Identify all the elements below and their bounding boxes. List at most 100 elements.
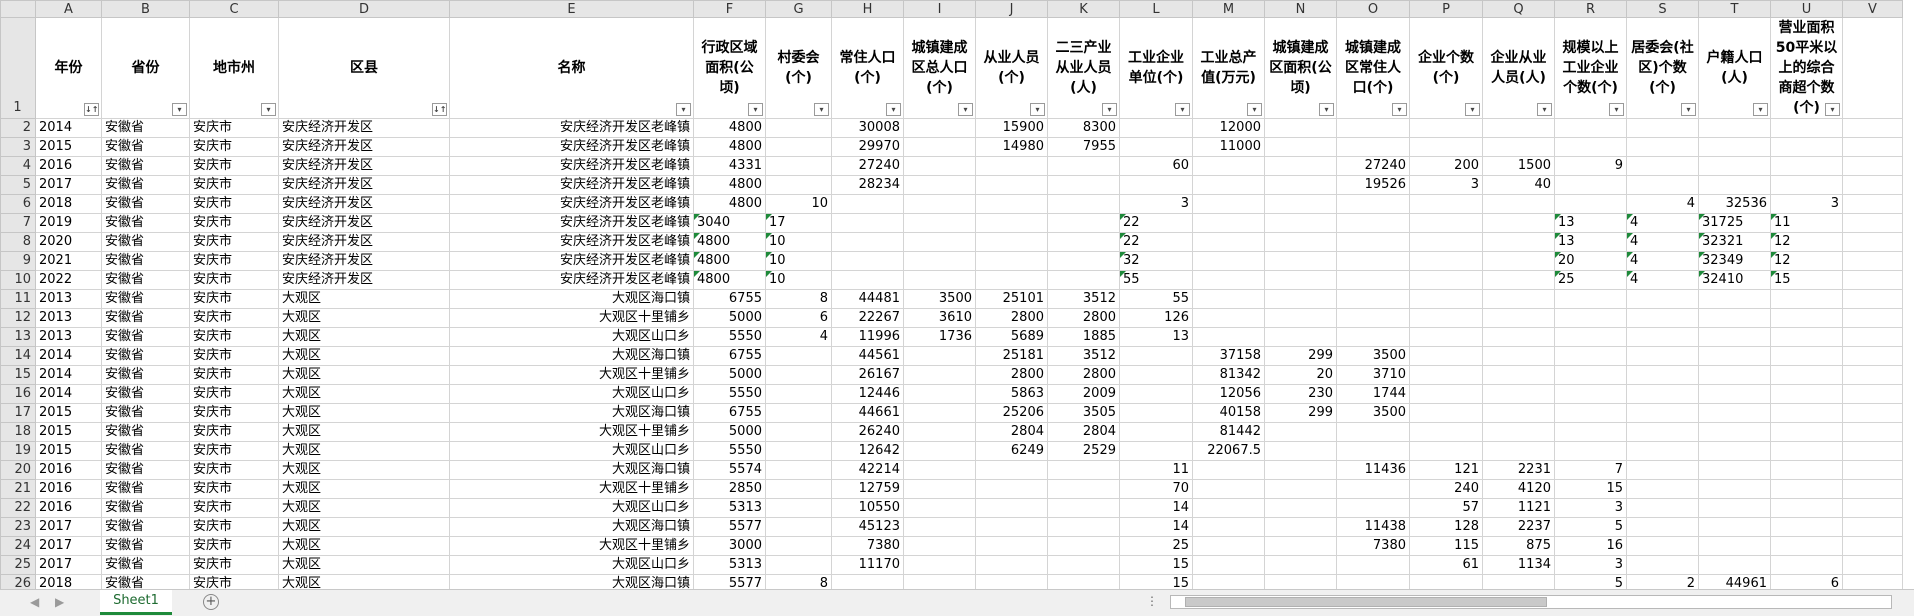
select-all-corner[interactable]	[0, 0, 36, 18]
table-cell[interactable]	[903, 175, 976, 195]
table-cell[interactable]	[1336, 327, 1410, 347]
table-cell[interactable]: 230	[1264, 384, 1337, 404]
table-cell[interactable]	[1192, 460, 1265, 480]
row-header[interactable]: 8	[0, 232, 36, 252]
filter-dropdown-icon[interactable]: ▾	[1319, 103, 1334, 116]
table-cell[interactable]	[1770, 460, 1843, 480]
table-cell[interactable]: 安徽省	[101, 555, 190, 575]
column-header-g[interactable]: G	[765, 0, 832, 18]
table-cell[interactable]	[1698, 365, 1771, 385]
field-header-cell[interactable]: 城镇建成区常住人口(个) ▾	[1336, 17, 1410, 119]
table-cell[interactable]: 2804	[1047, 422, 1120, 442]
table-cell[interactable]	[1698, 441, 1771, 461]
table-cell[interactable]	[1047, 270, 1120, 290]
table-cell[interactable]	[1264, 232, 1337, 252]
table-cell[interactable]	[903, 270, 976, 290]
table-cell[interactable]	[1698, 308, 1771, 328]
table-cell[interactable]: 2014	[35, 118, 102, 138]
table-cell[interactable]	[1698, 346, 1771, 366]
table-cell[interactable]	[1770, 289, 1843, 309]
table-cell[interactable]	[1409, 118, 1483, 138]
table-cell[interactable]	[1047, 555, 1120, 575]
table-cell[interactable]	[1770, 365, 1843, 385]
table-cell[interactable]: 5550	[693, 441, 766, 461]
table-cell[interactable]	[1554, 118, 1627, 138]
table-cell[interactable]: 240	[1409, 479, 1483, 499]
table-cell[interactable]: 安庆经济开发区	[278, 137, 450, 157]
table-cell[interactable]	[1192, 194, 1265, 214]
column-header-n[interactable]: N	[1264, 0, 1337, 18]
table-cell[interactable]: 42214	[831, 460, 904, 480]
table-cell[interactable]: 安庆市	[189, 346, 279, 366]
table-cell[interactable]: 3040	[693, 213, 766, 233]
table-cell[interactable]: 安徽省	[101, 232, 190, 252]
table-cell[interactable]	[1554, 422, 1627, 442]
tab-split-handle[interactable]: ⋮	[1146, 594, 1158, 608]
table-cell[interactable]: 15900	[975, 118, 1048, 138]
table-cell[interactable]: 安徽省	[101, 384, 190, 404]
table-cell[interactable]: 2014	[35, 384, 102, 404]
table-cell[interactable]	[1336, 251, 1410, 271]
table-cell[interactable]	[975, 270, 1048, 290]
filter-dropdown-icon[interactable]: ▾	[1465, 103, 1480, 116]
table-cell[interactable]	[1264, 555, 1337, 575]
row-header[interactable]: 14	[0, 346, 36, 366]
column-header-k[interactable]: K	[1047, 0, 1120, 18]
table-cell[interactable]: 大观区山口乡	[449, 498, 694, 518]
table-cell[interactable]	[1698, 460, 1771, 480]
table-cell[interactable]	[1554, 308, 1627, 328]
table-cell[interactable]: 12	[1770, 251, 1843, 271]
filter-dropdown-icon[interactable]: ▾	[1825, 103, 1840, 116]
table-cell[interactable]	[1842, 479, 1903, 499]
table-cell[interactable]: 2800	[1047, 365, 1120, 385]
table-cell[interactable]	[1842, 365, 1903, 385]
table-cell[interactable]: 安庆市	[189, 118, 279, 138]
table-cell[interactable]	[1842, 137, 1903, 157]
table-cell[interactable]: 28234	[831, 175, 904, 195]
table-cell[interactable]: 大观区	[278, 327, 450, 347]
table-cell[interactable]	[1264, 270, 1337, 290]
table-cell[interactable]: 121	[1409, 460, 1483, 480]
table-cell[interactable]: 安徽省	[101, 194, 190, 214]
table-cell[interactable]: 10	[765, 251, 832, 271]
table-cell[interactable]	[765, 498, 832, 518]
table-cell[interactable]: 大观区海口镇	[449, 289, 694, 309]
table-cell[interactable]: 4800	[693, 118, 766, 138]
table-cell[interactable]	[765, 403, 832, 423]
column-header-t[interactable]: T	[1698, 0, 1771, 18]
table-cell[interactable]	[765, 517, 832, 537]
table-cell[interactable]	[1192, 517, 1265, 537]
sheet-tab-sheet1[interactable]: Sheet1	[100, 590, 172, 615]
table-cell[interactable]	[1554, 346, 1627, 366]
table-cell[interactable]: 13	[1554, 232, 1627, 252]
field-header-cell[interactable]: 年份 ↓↑	[35, 17, 102, 119]
table-cell[interactable]: 大观区	[278, 289, 450, 309]
table-cell[interactable]: 安庆经济开发区	[278, 194, 450, 214]
column-header-s[interactable]: S	[1626, 0, 1699, 18]
column-header-u[interactable]: U	[1770, 0, 1843, 18]
table-cell[interactable]: 12446	[831, 384, 904, 404]
table-cell[interactable]: 3512	[1047, 289, 1120, 309]
table-cell[interactable]	[1626, 536, 1699, 556]
prev-sheet-icon[interactable]: ◀	[30, 595, 39, 609]
table-cell[interactable]: 安徽省	[101, 175, 190, 195]
table-cell[interactable]: 2015	[35, 403, 102, 423]
table-cell[interactable]: 大观区十里铺乡	[449, 422, 694, 442]
table-cell[interactable]: 22	[1119, 213, 1193, 233]
table-cell[interactable]	[1047, 232, 1120, 252]
table-cell[interactable]: 875	[1482, 536, 1555, 556]
table-cell[interactable]	[765, 460, 832, 480]
table-cell[interactable]	[1336, 479, 1410, 499]
table-cell[interactable]: 7955	[1047, 137, 1120, 157]
table-cell[interactable]: 11000	[1192, 137, 1265, 157]
table-cell[interactable]: 大观区海口镇	[449, 346, 694, 366]
table-cell[interactable]	[975, 460, 1048, 480]
table-cell[interactable]	[1409, 422, 1483, 442]
table-cell[interactable]: 12000	[1192, 118, 1265, 138]
table-cell[interactable]: 12056	[1192, 384, 1265, 404]
table-cell[interactable]: 大观区十里铺乡	[449, 308, 694, 328]
table-cell[interactable]: 安徽省	[101, 346, 190, 366]
table-cell[interactable]: 3	[1770, 194, 1843, 214]
row-header[interactable]: 24	[0, 536, 36, 556]
table-cell[interactable]: 5313	[693, 498, 766, 518]
